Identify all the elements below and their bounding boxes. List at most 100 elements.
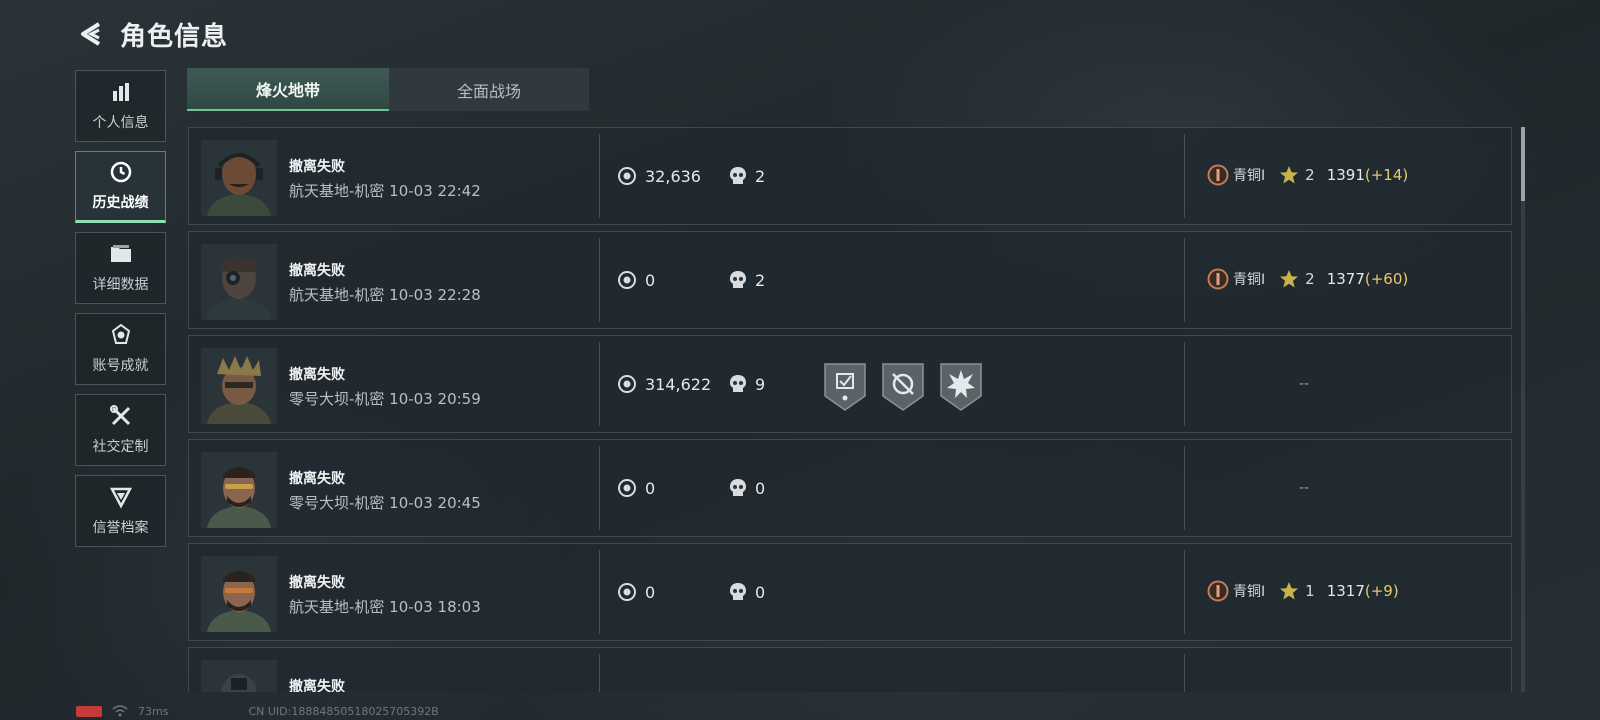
coin-value: 32,636	[645, 166, 701, 186]
divider	[1184, 238, 1185, 322]
tools-icon	[109, 404, 133, 428]
folder-icon	[109, 242, 133, 266]
tab-full-battlefield[interactable]: 全面战场	[389, 68, 589, 111]
coin-stat: 32,636	[617, 166, 701, 186]
coin-icon	[618, 167, 636, 185]
rank-empty: --	[1299, 480, 1310, 496]
sidebar-item-label: 信誉档案	[92, 520, 149, 536]
match-map-time: 零号大坝-机密 10-03 20:59	[289, 390, 481, 408]
uid-text: CN UID:18884850518025705392B	[248, 704, 439, 718]
divider	[1184, 342, 1185, 426]
sidebar: 个人信息 历史战绩 详细数据 账号成就 社交定制 信誉档案	[75, 70, 166, 556]
operator-avatar	[201, 556, 277, 632]
divider	[599, 238, 600, 322]
divider	[599, 446, 600, 530]
sidebar-item-personal-info[interactable]: 个人信息	[75, 70, 166, 142]
kill-stat: 2	[729, 166, 765, 186]
rank-score: 1317	[1326, 582, 1365, 600]
sidebar-item-label: 账号成就	[92, 358, 149, 374]
target-badge-icon[interactable]	[881, 362, 925, 412]
star-icon	[1280, 166, 1299, 184]
skull-icon	[730, 271, 746, 288]
match-row[interactable]: 撤离失败	[188, 647, 1512, 692]
divider	[1184, 550, 1185, 634]
sidebar-item-social-custom[interactable]: 社交定制	[75, 394, 166, 466]
match-map-time: 航天基地-机密 10-03 22:28	[289, 286, 481, 304]
match-badges	[823, 362, 983, 412]
kill-stat: 0	[729, 582, 765, 602]
coin-stat: 0	[617, 270, 655, 290]
divider	[599, 550, 600, 634]
sidebar-item-label: 个人信息	[92, 115, 149, 131]
achievement-icon	[109, 323, 133, 347]
star-count: 1	[1305, 582, 1315, 600]
coin-value: 0	[645, 270, 656, 290]
match-row[interactable]: 撤离失败 航天基地-机密 10-03 22:42 32,636 2 青铜I 2 …	[188, 127, 1512, 225]
match-row[interactable]: 撤离失败 零号大坝-机密 10-03 20:59 314,622 9 --	[188, 335, 1512, 433]
kill-stat: 2	[729, 270, 765, 290]
match-row[interactable]: 撤离失败 航天基地-机密 10-03 22:28 0 2 青铜I 2 1377 …	[188, 231, 1512, 329]
tab-fire-zone[interactable]: 烽火地带	[187, 68, 389, 111]
divider	[1184, 446, 1185, 530]
rank-name: 青铜I	[1233, 584, 1266, 600]
list-scrollbar[interactable]	[1521, 127, 1525, 692]
match-row[interactable]: 撤离失败 航天基地-机密 10-03 18:03 0 0 青铜I 1 1317 …	[188, 543, 1512, 641]
medal-badge-icon[interactable]	[823, 362, 867, 412]
match-map-time: 航天基地-机密 10-03 18:03	[289, 598, 481, 616]
match-history-list[interactable]: 撤离失败 航天基地-机密 10-03 22:42 32,636 2 青铜I 2 …	[188, 127, 1512, 692]
coin-value: 0	[645, 582, 656, 602]
skull-icon	[730, 167, 746, 184]
kill-value: 0	[755, 582, 766, 602]
coin-stat: 314,622	[617, 374, 711, 394]
match-result: 撤离失败	[289, 367, 345, 383]
ping-text: 73ms	[138, 704, 169, 718]
match-result: 撤离失败	[289, 471, 345, 487]
match-result: 撤离失败	[289, 263, 345, 279]
status-bar: 73ms CN UID:18884850518025705392B	[76, 704, 439, 718]
kill-stat: 9	[729, 374, 765, 394]
bronze-rank-icon	[1207, 268, 1229, 290]
rank-empty: --	[1299, 376, 1310, 392]
kill-value: 2	[755, 166, 766, 186]
divider	[599, 654, 600, 692]
coin-icon	[618, 375, 636, 393]
operator-avatar	[201, 452, 277, 528]
star-count: 2	[1305, 166, 1315, 184]
bronze-rank-icon	[1207, 580, 1229, 602]
rank-delta: (+14)	[1364, 166, 1409, 184]
skull-icon	[730, 479, 746, 496]
coin-icon	[618, 271, 636, 289]
explosion-badge-icon[interactable]	[939, 362, 983, 412]
header: 角色信息	[76, 14, 228, 54]
coin-icon	[618, 479, 636, 497]
history-clock-icon	[109, 160, 133, 184]
match-row[interactable]: 撤离失败 零号大坝-机密 10-03 20:45 0 0 --	[188, 439, 1512, 537]
rank-info: 青铜I 2 1391 (+14)	[1207, 164, 1408, 186]
sidebar-item-match-history[interactable]: 历史战绩	[75, 151, 166, 223]
scroll-thumb[interactable]	[1521, 127, 1525, 201]
operator-avatar	[201, 348, 277, 424]
coin-value: 314,622	[645, 374, 712, 394]
back-button[interactable]	[76, 19, 106, 49]
battery-icon	[76, 705, 102, 717]
rank-name: 青铜I	[1233, 168, 1266, 184]
match-map-time: 零号大坝-机密 10-03 20:45	[289, 494, 481, 512]
sidebar-item-label: 历史战绩	[92, 195, 149, 211]
rank-score: 1391	[1326, 166, 1365, 184]
bronze-rank-icon	[1207, 164, 1229, 186]
match-map-time: 航天基地-机密 10-03 22:42	[289, 182, 481, 200]
rank-delta: (+9)	[1364, 582, 1399, 600]
sidebar-item-credit-profile[interactable]: 信誉档案	[75, 475, 166, 547]
sidebar-item-detailed-data[interactable]: 详细数据	[75, 232, 166, 304]
match-result: 撤离失败	[289, 159, 345, 175]
operator-avatar	[201, 140, 277, 216]
sidebar-item-achievements[interactable]: 账号成就	[75, 313, 166, 385]
coin-value: 0	[645, 478, 656, 498]
mode-tabs: 烽火地带 全面战场	[187, 68, 589, 111]
sidebar-item-label: 详细数据	[92, 277, 149, 293]
operator-avatar	[201, 660, 277, 692]
rank-info: 青铜I 2 1377 (+60)	[1207, 268, 1408, 290]
star-icon	[1280, 582, 1299, 600]
rank-name: 青铜I	[1233, 272, 1266, 288]
match-result: 撤离失败	[289, 679, 345, 692]
